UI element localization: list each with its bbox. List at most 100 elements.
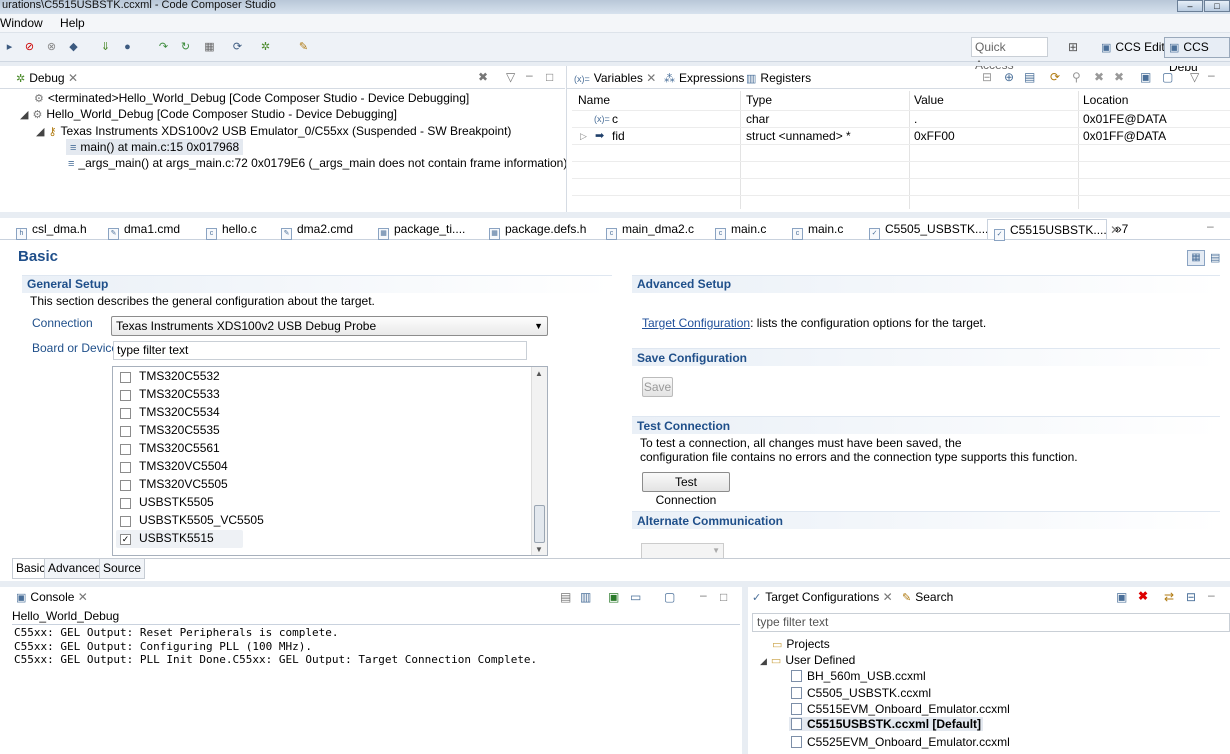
device-checkbox[interactable] (120, 444, 131, 455)
tab-debug[interactable]: ✲ Debug ✕ (16, 71, 78, 85)
menu-help[interactable]: Help (60, 16, 85, 30)
ccs-debug-perspective[interactable]: ▣ CCS Debu (1164, 37, 1230, 74)
editor-tab[interactable]: ✎ dma1.cmd (108, 219, 180, 240)
minimize-view-icon[interactable]: – (526, 68, 533, 82)
scroll-up-icon[interactable]: ▲ (535, 369, 543, 378)
device-checkbox[interactable] (120, 480, 131, 491)
device-filter-input[interactable]: type filter text (113, 341, 527, 360)
editor-tab[interactable]: ✎ dma2.cmd (281, 219, 353, 240)
close-icon[interactable]: ✕ (68, 71, 78, 85)
device-checkbox[interactable] (120, 390, 131, 401)
tab-source[interactable]: Source (99, 559, 146, 579)
editor-tab-active[interactable]: ✓ C5515USBSTK.... ✕ (987, 219, 1120, 241)
tab-search[interactable]: ✎ Search (902, 590, 953, 604)
device-checkbox[interactable] (120, 516, 131, 527)
device-checkbox[interactable] (120, 372, 131, 383)
step-into-icon[interactable]: ↷ (156, 41, 171, 54)
tab-expressions[interactable]: ⁂ Expressions (664, 71, 744, 85)
tree-folder-projects[interactable]: ▭ Projects (772, 637, 830, 651)
maximize-view-icon[interactable]: □ (720, 590, 727, 604)
expand-icon[interactable]: ◢ (36, 125, 44, 138)
editor-tab[interactable]: h csl_dma.h (16, 219, 87, 240)
new-target-config-icon[interactable]: ▣ (1116, 590, 1127, 604)
editor-tab[interactable]: c main_dma2.c (606, 219, 694, 240)
load-program-icon[interactable]: ⇓ (98, 41, 113, 54)
minimize-view-icon[interactable]: – (1207, 219, 1214, 233)
device-checkbox-checked[interactable]: ✓ (120, 534, 131, 545)
scroll-lock-icon[interactable]: ▥ (580, 590, 591, 604)
minimize-view-icon[interactable]: – (1208, 588, 1215, 602)
column-type[interactable]: Type (746, 91, 772, 109)
editor-tab[interactable]: ✓ C5505_USBSTK.... (869, 219, 988, 240)
pin-console-icon[interactable]: ▣ (608, 590, 619, 604)
link-icon[interactable]: ⇄ (1164, 590, 1174, 604)
refresh-icon[interactable]: ⟳ (230, 41, 245, 54)
debug-icon[interactable]: ✲ (258, 41, 273, 54)
editor-tab-overflow[interactable]: »7 (1115, 219, 1128, 239)
minimize-button[interactable]: – (1177, 0, 1203, 12)
menu-window[interactable]: Window (0, 16, 43, 30)
scroll-thumb[interactable] (534, 505, 545, 543)
view-menu-icon[interactable]: ▽ (506, 70, 515, 84)
terminate-icon[interactable]: ⊘ (22, 41, 37, 54)
maximize-view-icon[interactable]: □ (546, 70, 553, 84)
column-value[interactable]: Value (914, 91, 944, 109)
tab-target-configurations[interactable]: ✓ Target Configurations ✕ (752, 590, 893, 604)
memory-icon[interactable]: ▦ (202, 41, 217, 54)
device-checkbox[interactable] (120, 462, 131, 473)
debug-tree-frame-main[interactable]: ≡ main() at main.c:15 0x017968 (66, 139, 244, 155)
layout-icon[interactable]: ▤ (1024, 70, 1035, 84)
editor-tab[interactable]: ▦ package.defs.h (489, 219, 586, 240)
remove-all-icon[interactable]: ✖ (1114, 70, 1124, 84)
minimize-view-icon[interactable]: – (700, 588, 707, 602)
editor-tab[interactable]: c main.c (792, 219, 843, 240)
close-icon[interactable]: ✕ (883, 590, 893, 604)
new-view-icon[interactable]: ▣ (1140, 70, 1151, 84)
open-console-icon[interactable]: ▢ (664, 590, 675, 604)
debug-tree-item-emulator[interactable]: ◢ ⚷ Texas Instruments XDS100v2 USB Emulato… (36, 124, 511, 138)
expand-icon[interactable]: ◢ (760, 656, 767, 667)
view-menu-icon[interactable]: ▽ (1190, 70, 1199, 84)
editor-tab[interactable]: c hello.c (206, 219, 257, 240)
tree-file-item[interactable]: C5505_USBSTK.ccxml (791, 686, 931, 700)
display-console-icon[interactable]: ▭ (630, 590, 641, 604)
collapse-icon[interactable]: ⊟ (1186, 590, 1196, 604)
remove-icon[interactable]: ✖ (1094, 70, 1104, 84)
alternate-communication-select[interactable]: ▼ (641, 543, 724, 559)
tree-file-item-default[interactable]: C5515USBSTK.ccxml [Default] (789, 717, 984, 731)
test-connection-button[interactable]: Test Connection (642, 472, 730, 507)
column-location[interactable]: Location (1083, 91, 1128, 109)
tab-advanced[interactable]: Advanced (44, 559, 106, 579)
debug-tree-frame-args[interactable]: ≡ _args_main() at args_main.c:72 0x0179E6… (68, 156, 567, 170)
refresh-icon[interactable]: ⟳ (1050, 70, 1060, 84)
tree-folder-user-defined[interactable]: ◢ ▭ User Defined (760, 653, 855, 667)
step-over-icon[interactable]: ↻ (178, 41, 193, 54)
tab-variables[interactable]: (x)= Variables ✕ (574, 71, 656, 85)
clear-console-icon[interactable]: ▤ (560, 590, 571, 604)
resume-icon[interactable]: ● (120, 41, 135, 54)
connection-select[interactable]: Texas Instruments XDS100v2 USB Debug Pro… (111, 316, 548, 336)
device-checkbox[interactable] (120, 408, 131, 419)
ccs-edit-perspective[interactable]: ▣ CCS Edit (1096, 37, 1170, 58)
tree-file-item[interactable]: C5525EVM_Onboard_Emulator.ccxml (791, 735, 1010, 749)
column-name[interactable]: Name (578, 91, 610, 109)
minimize-view-icon[interactable]: – (1208, 68, 1215, 82)
editor-tab[interactable]: ▦ package_ti.... (378, 219, 465, 240)
pin-icon[interactable]: ⚲ (1072, 70, 1081, 84)
device-checkbox[interactable] (120, 426, 131, 437)
expand-icon[interactable]: ▷ (580, 128, 587, 144)
remove-terminated-icon[interactable]: ✖ (478, 70, 488, 84)
debug-tree-item-session[interactable]: ◢ ⚙ Hello_World_Debug [Code Composer Studi… (20, 107, 397, 121)
editor-tab[interactable]: c main.c (715, 219, 766, 240)
scroll-down-icon[interactable]: ▼ (535, 545, 543, 554)
tab-registers[interactable]: ▥ Registers (746, 71, 811, 85)
device-checkbox[interactable] (120, 498, 131, 509)
open-perspective-icon[interactable]: ⊞ (1068, 40, 1078, 54)
tools-icon[interactable]: ✎ (296, 41, 311, 54)
close-icon[interactable]: ✕ (646, 71, 656, 85)
save-button[interactable]: Save (642, 377, 673, 397)
add-expression-icon[interactable]: ⊕ (1004, 70, 1014, 84)
form-view-icon[interactable]: ▦ (1187, 250, 1205, 266)
tab-console[interactable]: ▣ Console ✕ (16, 590, 88, 604)
tree-file-item[interactable]: BH_560m_USB.ccxml (791, 669, 926, 683)
